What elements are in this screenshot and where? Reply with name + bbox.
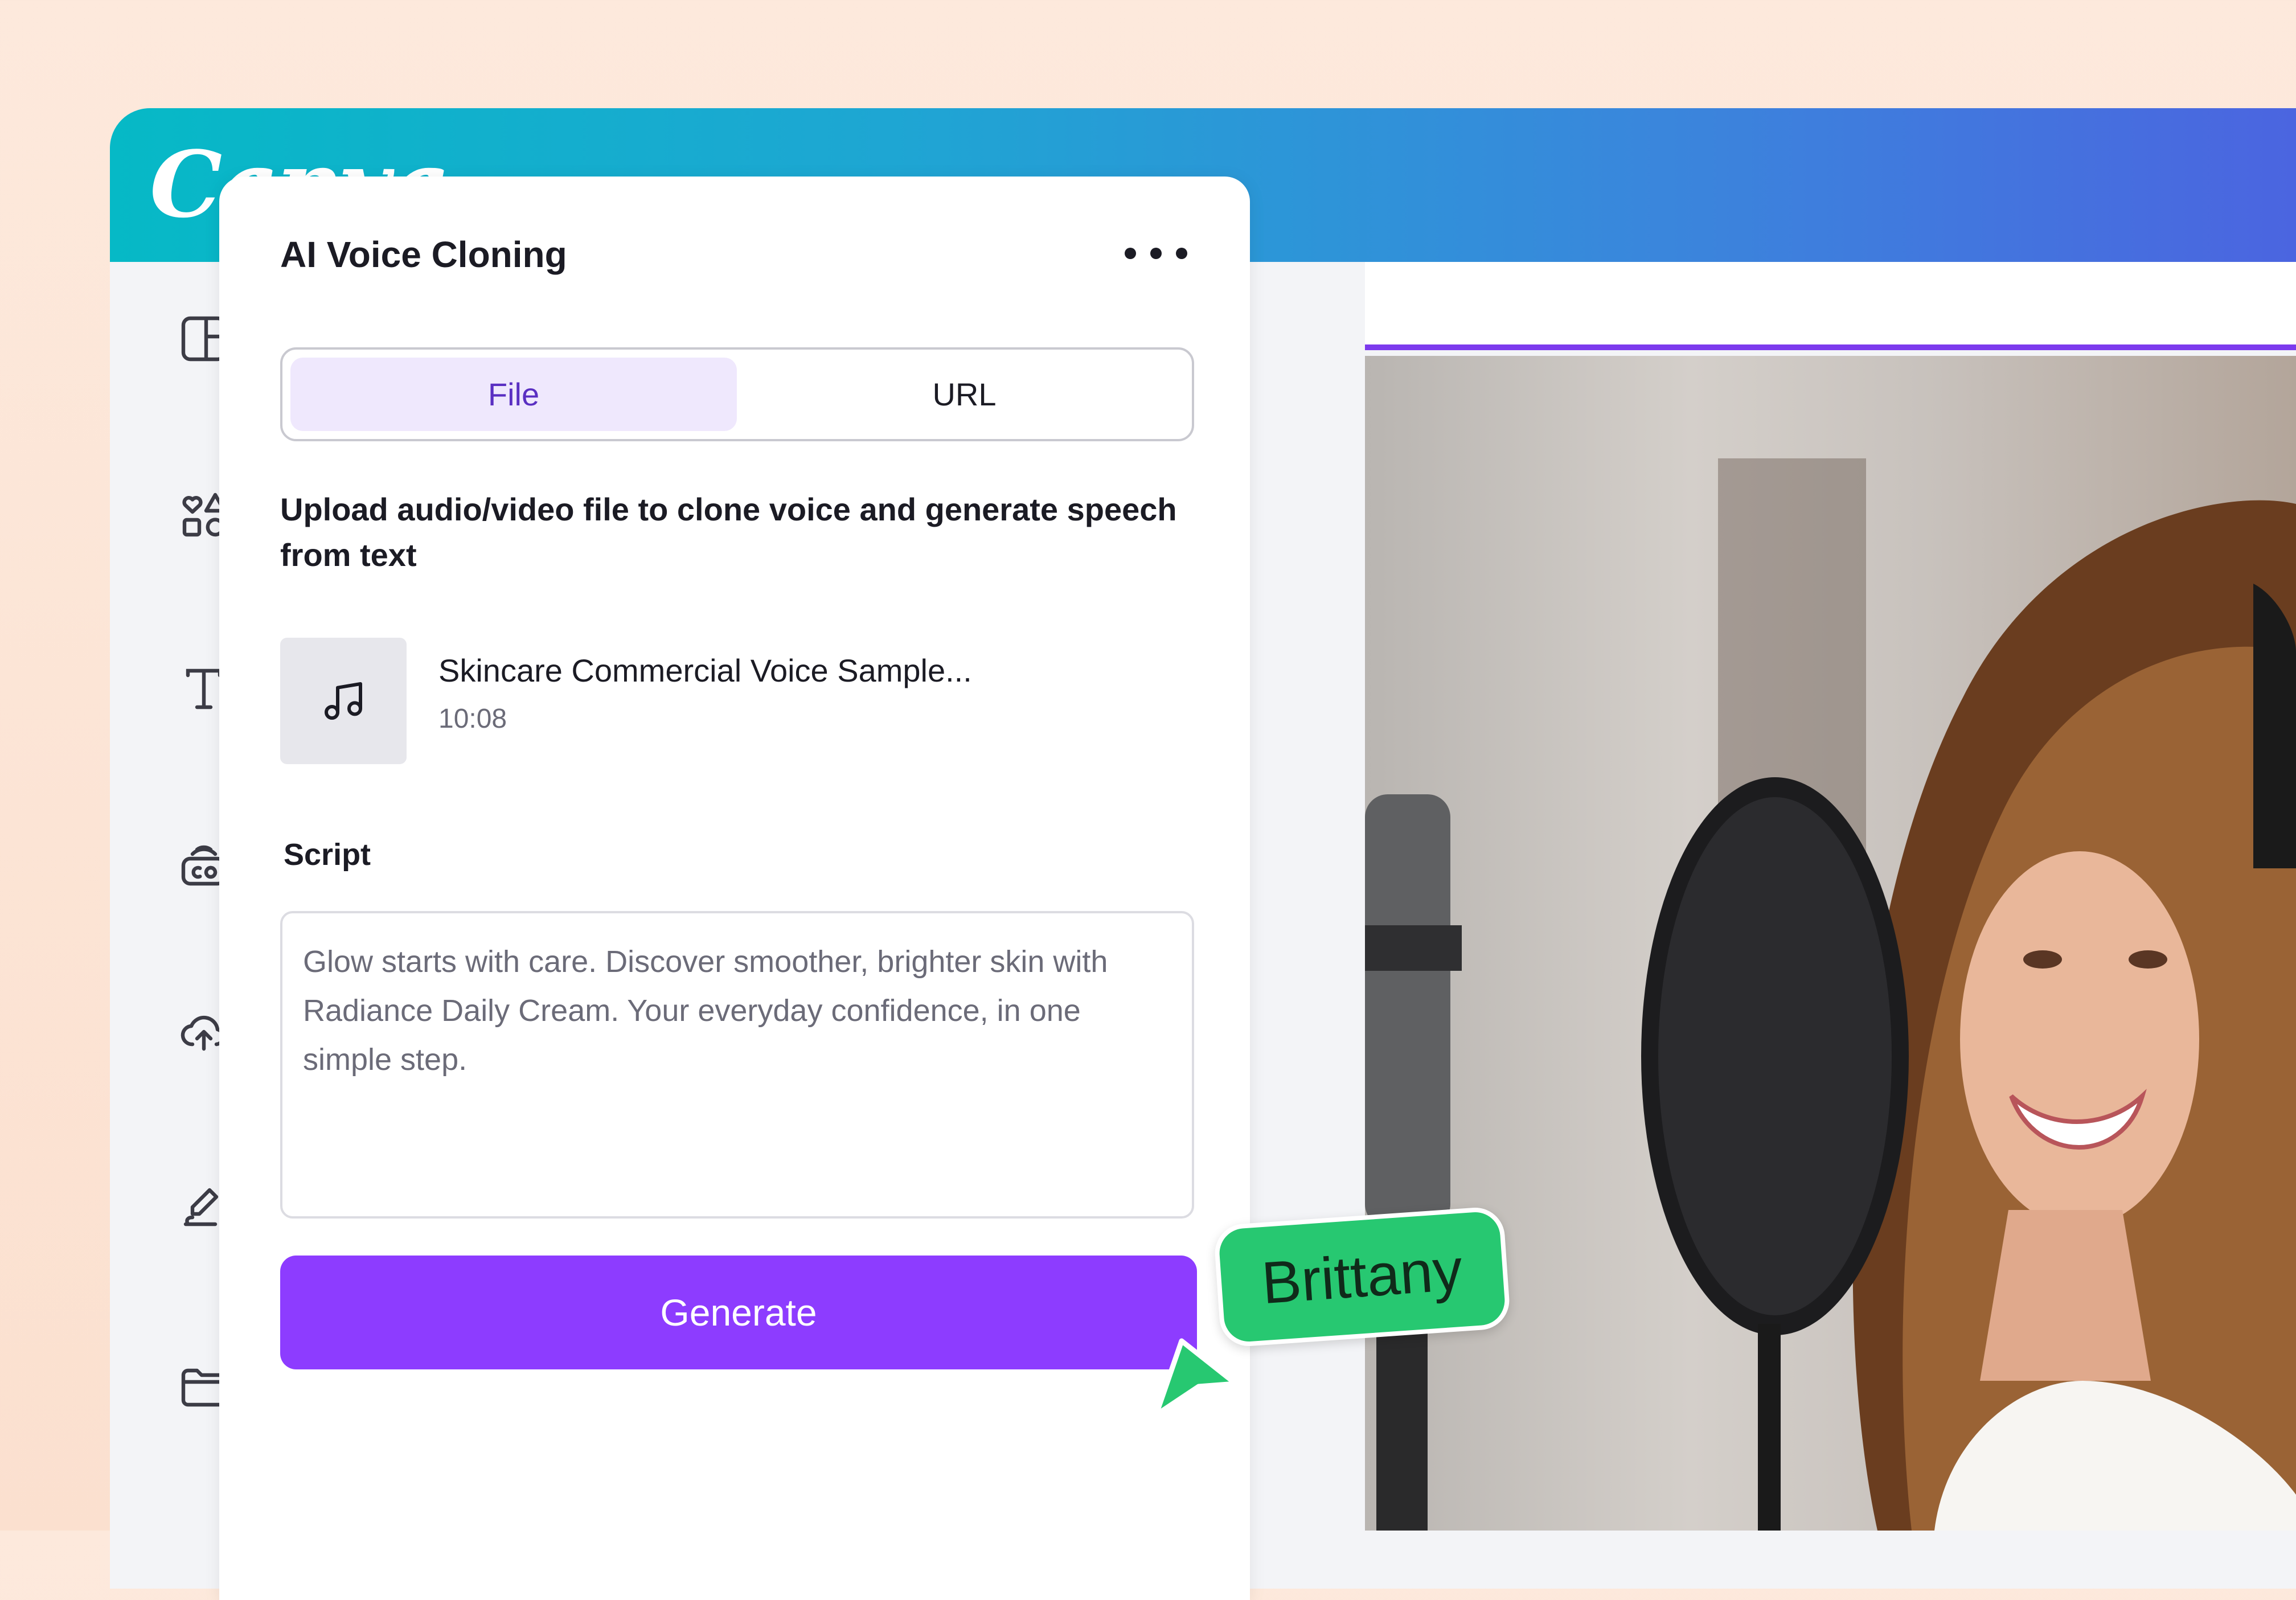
more-dot (1150, 248, 1162, 259)
tab-url[interactable]: URL (744, 358, 1185, 431)
canvas-toolbar-area (1365, 262, 2296, 344)
more-options-button[interactable] (1125, 236, 1187, 270)
ai-voice-cloning-panel: AI Voice Cloning File URL Upload audio/v… (219, 177, 1250, 1600)
generate-button[interactable]: Generate (280, 1256, 1197, 1369)
script-textarea[interactable]: Glow starts with care. Discover smoother… (280, 911, 1194, 1219)
voice-recording-photo (1365, 356, 2296, 1531)
collaborator-name-tag: Brittany (1213, 1205, 1511, 1348)
file-duration: 10:08 (438, 704, 507, 734)
script-label: Script (284, 838, 371, 872)
file-name[interactable]: Skincare Commercial Voice Sample... (438, 652, 972, 689)
more-dot (1176, 248, 1187, 259)
more-dot (1125, 248, 1136, 259)
photo-illustration (1365, 458, 2296, 1531)
tab-file[interactable]: File (290, 358, 737, 431)
selection-bar (1365, 344, 2296, 350)
collaborator-cursor-icon (1153, 1338, 1239, 1418)
music-note-icon (325, 682, 362, 720)
source-segmented-control: File URL (280, 347, 1194, 441)
file-thumbnail[interactable] (280, 638, 407, 764)
upload-description: Upload audio/video file to clone voice a… (280, 491, 1177, 573)
panel-title: AI Voice Cloning (280, 234, 567, 275)
